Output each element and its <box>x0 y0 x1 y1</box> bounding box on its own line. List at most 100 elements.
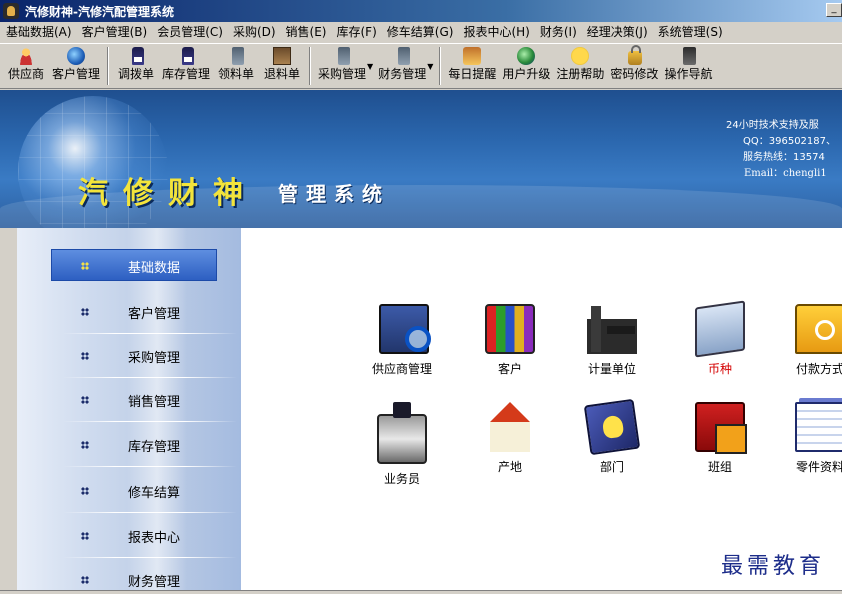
main-panel: 供应商管理 客户 计量单位 币种 付款方式 业务员 产地 部门 班组 零件资料 <box>241 228 842 594</box>
sidebar-item-label: 财务管理 <box>128 574 181 590</box>
bottom-border <box>0 590 842 594</box>
tile-label: 客户 <box>497 362 522 376</box>
contact-email: Email：chengli1 <box>744 168 827 179</box>
bullet-icon <box>81 576 89 584</box>
toolbar-inventory-button[interactable]: 库存管理 <box>159 44 213 81</box>
app-icon <box>3 3 19 19</box>
toolbar-separator <box>309 47 312 85</box>
sidebar-divider <box>62 512 237 513</box>
toolbar-label: 操作导航 <box>664 67 713 81</box>
contact-support-line: 24小时技术支持及服 <box>726 120 819 131</box>
tile-salesperson[interactable]: 业务员 <box>357 402 447 487</box>
toolbar-label: 密码修改 <box>610 67 659 81</box>
chevron-down-icon[interactable]: ▼ <box>427 62 433 71</box>
left-frame <box>0 228 17 594</box>
sidebar-item-sales[interactable]: 销售管理 <box>17 378 241 422</box>
toolbar-transfer-button[interactable]: 调拨单 <box>113 44 159 81</box>
toolbar-customer-button[interactable]: 客户管理 <box>49 44 103 81</box>
bullet-icon <box>81 396 89 404</box>
menu-basic-data[interactable]: 基础数据(A) <box>1 22 77 42</box>
sidebar-item-report-center[interactable]: 报表中心 <box>17 514 241 558</box>
tile-team[interactable]: 班组 <box>675 402 765 475</box>
sidebar-item-finance[interactable]: 财务管理 <box>17 558 241 594</box>
supplier-person-icon <box>17 47 35 65</box>
toolbar-separator <box>439 47 442 85</box>
tile-payment-method[interactable]: 付款方式 <box>775 304 842 377</box>
menu-finance[interactable]: 财务(I) <box>535 22 582 42</box>
sidebar-item-basic-data[interactable]: 基础数据 <box>17 244 241 288</box>
upgrade-globe-icon <box>517 47 536 65</box>
parts-docs-icon <box>795 402 842 452</box>
toolbar: 供应商 客户管理 调拨单 库存管理 领料单 退料单 采购管理 ▼ 财务管理 ▼ … <box>0 43 842 89</box>
toolbar-register-help-button[interactable]: 注册帮助 <box>553 44 607 81</box>
transfer-doc-icon <box>131 47 144 65</box>
return-material-icon <box>273 47 292 65</box>
sidebar-item-label: 修车结算 <box>128 485 181 501</box>
toolbar-password-button[interactable]: 密码修改 <box>607 44 661 81</box>
tile-department[interactable]: 部门 <box>567 398 657 475</box>
tile-currency[interactable]: 币种 <box>675 300 765 377</box>
menu-system[interactable]: 系统管理(S) <box>653 22 728 42</box>
tile-origin[interactable]: 产地 <box>465 402 555 475</box>
bullet-icon <box>81 441 89 449</box>
brand-title: 汽修财神 <box>78 176 258 211</box>
sidebar-item-inventory[interactable]: 库存管理 <box>17 423 241 467</box>
menu-customer[interactable]: 客户管理(B) <box>77 22 153 42</box>
sidebar-item-customer[interactable]: 客户管理 <box>17 290 241 334</box>
currency-computers-icon <box>695 300 745 358</box>
bullet-icon <box>81 352 89 360</box>
toolbar-reminder-button[interactable]: 每日提醒 <box>445 44 499 81</box>
toolbar-label: 客户管理 <box>52 67 101 81</box>
toolbar-requisition-button[interactable]: 领料单 <box>213 44 259 81</box>
sidebar-item-repair-settlement[interactable]: 修车结算 <box>17 469 241 513</box>
finance-icon <box>397 47 410 65</box>
toolbar-label: 采购管理 <box>318 67 367 81</box>
toolbar-label: 调拨单 <box>118 67 155 81</box>
sidebar-item-purchase[interactable]: 采购管理 <box>17 334 241 378</box>
inventory-doc-icon <box>181 47 194 65</box>
tile-measurement-unit[interactable]: 计量单位 <box>567 304 657 377</box>
toolbar-label: 财务管理 <box>378 67 427 81</box>
menu-manager-decision[interactable]: 经理决策(J) <box>582 22 653 42</box>
customer-books-icon <box>485 304 535 354</box>
toolbar-guide-button[interactable]: 操作导航 <box>661 44 715 81</box>
tile-parts-info[interactable]: 零件资料 <box>775 402 842 475</box>
banner: 汽修财神 管理系统 24小时技术支持及服 QQ：396502187、 服务热线：… <box>0 90 842 228</box>
toolbar-supplier-button[interactable]: 供应商 <box>3 44 49 81</box>
department-book-icon <box>583 398 641 456</box>
toolbar-label: 库存管理 <box>162 67 211 81</box>
chevron-down-icon[interactable]: ▼ <box>367 62 373 71</box>
menu-purchase[interactable]: 采购(D) <box>228 22 281 42</box>
sidebar-divider <box>62 466 237 467</box>
title-bar: 汽修财神-汽修汽配管理系统 _ <box>0 0 842 22</box>
sidebar-item-label: 采购管理 <box>128 350 181 366</box>
tile-label: 班组 <box>707 460 732 474</box>
sidebar-item-label: 客户管理 <box>128 306 181 322</box>
bullet-icon <box>81 532 89 540</box>
minimize-button[interactable]: _ <box>826 3 842 17</box>
payment-folder-key-icon <box>795 304 842 354</box>
tile-supplier-management[interactable]: 供应商管理 <box>357 304 447 377</box>
toolbar-return-button[interactable]: 退料单 <box>259 44 305 81</box>
menu-report-center[interactable]: 报表中心(H) <box>458 22 534 42</box>
bullet-icon <box>81 262 89 270</box>
toolbar-label: 退料单 <box>264 67 301 81</box>
toolbar-finance-button[interactable]: 财务管理 <box>375 44 429 81</box>
tile-label: 部门 <box>599 460 624 474</box>
sidebar-item-label: 基础数据 <box>128 260 181 276</box>
salesperson-fax-icon <box>377 402 427 464</box>
tile-customer[interactable]: 客户 <box>465 304 555 377</box>
tile-label: 业务员 <box>383 472 420 486</box>
toolbar-upgrade-button[interactable]: 用户升级 <box>499 44 553 81</box>
toolbar-purchase-button[interactable]: 采购管理 <box>315 44 369 81</box>
tile-label: 币种 <box>707 362 732 376</box>
bullet-icon <box>81 487 89 495</box>
menu-member[interactable]: 会员管理(C) <box>152 22 228 42</box>
menu-sales[interactable]: 销售(E) <box>281 22 332 42</box>
tile-label: 计量单位 <box>587 362 636 376</box>
menu-repair-settlement[interactable]: 修车结算(G) <box>382 22 459 42</box>
customer-globe-icon <box>67 47 85 65</box>
toolbar-separator <box>107 47 110 85</box>
menu-inventory[interactable]: 库存(F) <box>332 22 382 42</box>
sidebar-item-label: 库存管理 <box>128 439 181 455</box>
